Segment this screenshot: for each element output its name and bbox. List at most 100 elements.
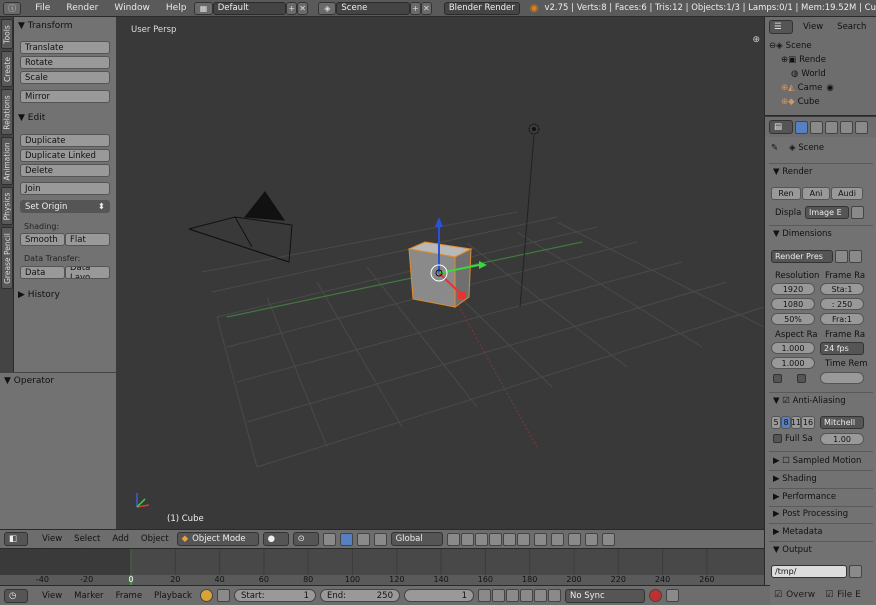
time-remap-field[interactable]: [820, 372, 864, 384]
renderlayers-tab-icon[interactable]: [810, 120, 823, 134]
outliner-search-menu[interactable]: Search: [833, 22, 870, 32]
flat-button[interactable]: Flat: [65, 233, 110, 246]
record-icon[interactable]: [199, 589, 213, 602]
manipulator-toggle[interactable]: [322, 532, 336, 546]
duplicate-linked-button[interactable]: Duplicate Linked: [20, 149, 110, 162]
tab-physics[interactable]: Physics: [1, 187, 13, 225]
full-sample-checkbox[interactable]: [773, 434, 782, 443]
info-editor-icon[interactable]: ⓘ: [3, 1, 22, 15]
file-browse-icon[interactable]: [849, 565, 862, 578]
shading-select[interactable]: ●: [262, 532, 289, 546]
tab-create[interactable]: Create: [1, 51, 13, 87]
resolution-x-field[interactable]: 1920: [771, 283, 815, 295]
snap-element-icon[interactable]: [567, 532, 581, 546]
orientation-select[interactable]: Global: [390, 532, 443, 546]
scene-tab-icon[interactable]: [825, 120, 838, 134]
render-audio-button[interactable]: Audi: [831, 187, 863, 200]
data-button[interactable]: Data: [20, 266, 65, 279]
lock-icon[interactable]: [216, 589, 230, 602]
end-frame-field[interactable]: End: 250: [319, 589, 400, 602]
end-field[interactable]: : 250: [820, 298, 864, 310]
performance-panel-header[interactable]: ▶ Performance: [773, 492, 836, 502]
translate-button[interactable]: Translate: [20, 41, 110, 54]
menu-marker[interactable]: Marker: [70, 591, 107, 601]
keying-set-icon[interactable]: [665, 589, 679, 602]
post-processing-panel-header[interactable]: ▶ Post Processing: [773, 509, 848, 519]
menu-add[interactable]: Add: [108, 534, 132, 544]
set-origin-dropdown[interactable]: Set Origin ⬍: [20, 200, 110, 213]
rotate-manip-icon[interactable]: [356, 532, 370, 546]
outliner-renderlayers[interactable]: ⊕▣ Rende: [765, 53, 876, 66]
current-frame-field[interactable]: 1: [403, 589, 474, 602]
aspect-y-field[interactable]: 1.000: [771, 357, 815, 369]
anti-aliasing-checkbox[interactable]: ☑: [782, 396, 790, 406]
opengl-render-icon[interactable]: [584, 532, 598, 546]
tab-animation[interactable]: Animation: [1, 137, 13, 185]
menu-tl-view[interactable]: View: [38, 591, 66, 601]
menu-render[interactable]: Render: [58, 3, 106, 13]
fps-select[interactable]: 24 fps: [820, 342, 864, 355]
scale-button[interactable]: Scale: [20, 71, 110, 84]
mode-select[interactable]: ◆ Object Mode: [176, 532, 259, 546]
overwrite-checkbox[interactable]: ☑: [774, 590, 782, 600]
properties-editor-icon[interactable]: ▤: [769, 120, 793, 134]
display-select[interactable]: Image E: [805, 206, 849, 219]
join-button[interactable]: Join: [20, 182, 110, 195]
editor-type-icon[interactable]: ◧: [4, 532, 28, 546]
outliner-world[interactable]: ◍ World: [765, 67, 876, 80]
render-still-button[interactable]: Ren: [771, 187, 801, 200]
edit-panel-header[interactable]: ▼ Edit: [18, 113, 45, 123]
aspect-x-field[interactable]: 1.000: [771, 342, 815, 354]
delete-button[interactable]: Delete: [20, 164, 110, 177]
output-panel-header[interactable]: ▼ Output: [773, 545, 812, 555]
outliner[interactable]: ⊖◈ Scene ⊕▣ Rende ◍ World ⊕◭ Came ◉ ⊕◆ Cube: [764, 37, 876, 116]
dimensions-panel-header[interactable]: ▼ Dimensions: [773, 229, 832, 239]
translate-manip-icon[interactable]: [339, 532, 353, 546]
render-tab-icon[interactable]: [795, 120, 808, 134]
remove-scene-icon[interactable]: ✕: [420, 1, 432, 15]
lamp-object[interactable]: [519, 123, 540, 308]
history-panel-header[interactable]: ▶ History: [18, 290, 60, 300]
duplicate-button[interactable]: Duplicate: [20, 134, 110, 147]
playback-controls[interactable]: [477, 589, 561, 602]
snap-icon[interactable]: [550, 532, 564, 546]
render-engine-select[interactable]: Blender Render: [443, 1, 520, 15]
anti-aliasing-panel-header[interactable]: ▼ ☑ Anti-Aliasing: [773, 396, 846, 406]
remove-preset-icon[interactable]: [849, 250, 862, 263]
menu-help[interactable]: Help: [158, 3, 195, 13]
aa-8-button[interactable]: 8: [781, 416, 791, 429]
resolution-y-field[interactable]: 1080: [771, 298, 815, 310]
render-panel-header[interactable]: ▼ Render: [773, 167, 813, 177]
crop-checkbox[interactable]: [797, 374, 806, 383]
3d-viewport[interactable]: User Persp (1) Cube ⊕: [117, 17, 764, 529]
add-scene-icon[interactable]: +: [409, 1, 421, 15]
render-anim-icon[interactable]: [601, 532, 615, 546]
border-checkbox[interactable]: [773, 374, 782, 383]
layout-field[interactable]: Default: [212, 1, 287, 15]
mirror-button[interactable]: Mirror: [20, 90, 110, 103]
sync-select[interactable]: No Sync: [564, 588, 645, 603]
menu-frame[interactable]: Frame: [112, 591, 146, 601]
proportional-edit-icon[interactable]: [533, 532, 547, 546]
scene-icon[interactable]: ◈: [318, 1, 337, 15]
add-layout-icon[interactable]: +: [286, 1, 298, 15]
timeline-editor-icon[interactable]: ◷: [4, 588, 28, 603]
scale-manip-icon[interactable]: [373, 532, 387, 546]
render-presets-select[interactable]: Render Pres: [771, 250, 833, 263]
aa-16-button[interactable]: 16: [801, 416, 815, 429]
layer-buttons[interactable]: [446, 532, 530, 546]
aa-5-button[interactable]: 5: [771, 416, 781, 429]
rotate-button[interactable]: Rotate: [20, 56, 110, 69]
object-tab-icon[interactable]: [855, 120, 868, 134]
frame-step-field[interactable]: Fra:1: [820, 313, 864, 325]
outliner-cube[interactable]: ⊕◆ Cube: [765, 95, 876, 108]
remove-layout-icon[interactable]: ✕: [297, 1, 309, 15]
toggle-properties-icon[interactable]: ⊕: [752, 35, 760, 45]
add-preset-icon[interactable]: [835, 250, 848, 263]
menu-object[interactable]: Object: [137, 534, 173, 544]
menu-view[interactable]: View: [38, 534, 66, 544]
data-layout-button[interactable]: Data Layo: [65, 266, 110, 279]
menu-playback[interactable]: Playback: [150, 591, 196, 601]
outliner-editor-icon[interactable]: ☰: [769, 20, 793, 34]
timeline[interactable]: -40 -20 0 20 40 60 80 100 120 140 160 180 200 220 240 2…: [0, 548, 764, 585]
